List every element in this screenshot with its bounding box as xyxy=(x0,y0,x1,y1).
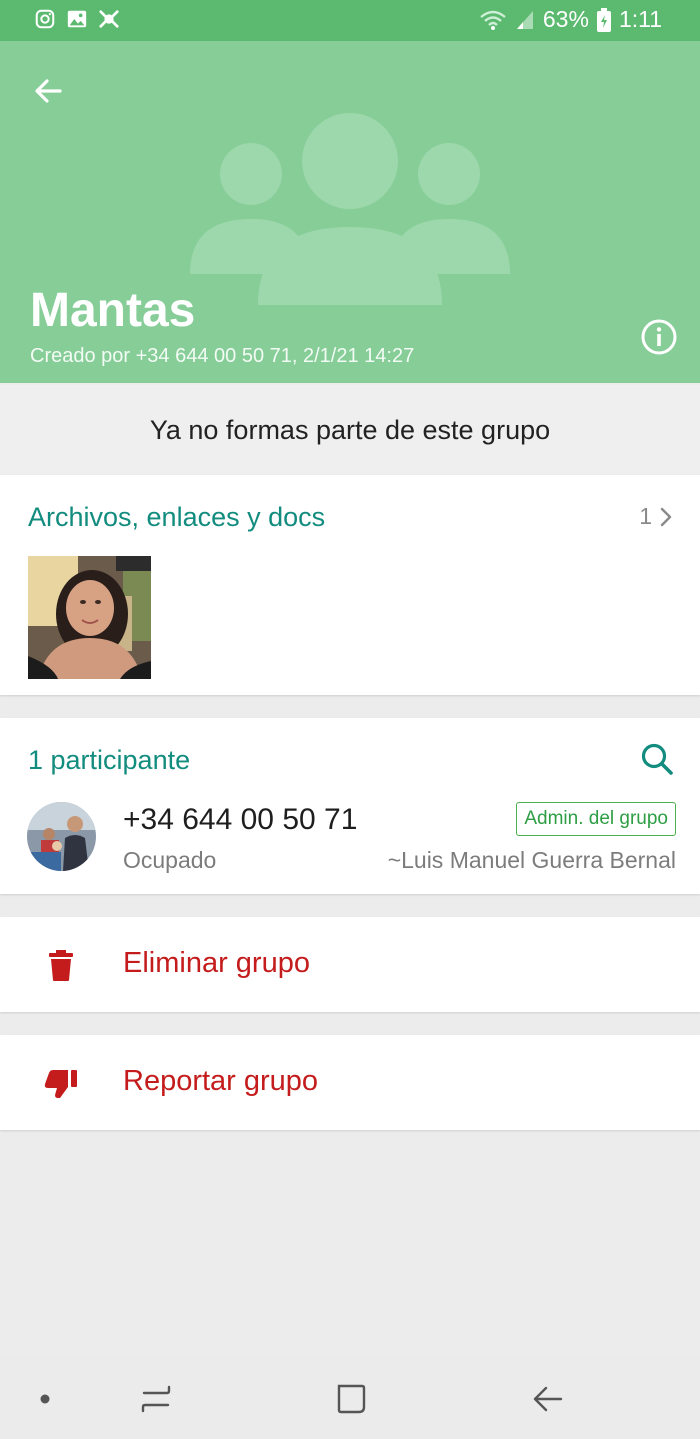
photo-thumbnail-image xyxy=(28,556,151,679)
instagram-icon xyxy=(35,9,55,29)
chevron-right-icon xyxy=(660,507,672,526)
home-icon[interactable] xyxy=(331,1379,371,1419)
signal-icon xyxy=(516,10,533,29)
search-icon[interactable] xyxy=(638,740,676,778)
gallery-icon xyxy=(67,10,87,28)
dot-icon[interactable] xyxy=(25,1379,65,1419)
media-count: 1 xyxy=(639,503,652,529)
media-thumbnail[interactable] xyxy=(28,556,151,679)
group-title: Mantas xyxy=(30,284,196,337)
media-count-link[interactable]: 1 xyxy=(639,503,672,530)
participant-name: ~Luis Manuel Guerra Bernal xyxy=(387,847,676,873)
app-icon xyxy=(99,10,119,28)
participant-status: Ocupado xyxy=(123,847,217,873)
battery-percentage: 63% xyxy=(542,6,589,32)
status-bar: 63% 1:11 xyxy=(0,0,700,41)
back-nav-icon[interactable] xyxy=(528,1379,568,1419)
delete-group-label: Eliminar grupo xyxy=(123,947,310,979)
back-button[interactable] xyxy=(28,71,68,111)
report-group-button[interactable]: Reportar grupo xyxy=(0,1035,700,1130)
trash-icon xyxy=(49,950,73,981)
clock: 1:11 xyxy=(618,6,662,32)
arrow-left-icon xyxy=(35,79,62,103)
media-section-title[interactable]: Archivos, enlaces y docs xyxy=(28,502,325,533)
participants-section: 1 participante +34 644 00 50 71 Ocupado … xyxy=(0,718,700,894)
participant-phone[interactable]: +34 644 00 50 71 xyxy=(123,803,357,837)
group-creation-info: Creado por +34 644 00 50 71, 2/1/21 14:2… xyxy=(30,345,415,367)
system-navigation-bar xyxy=(0,1357,700,1439)
delete-group-button[interactable]: Eliminar grupo xyxy=(0,917,700,1012)
status-system-indicators: 63% 1:11 xyxy=(479,6,662,33)
avatar-image xyxy=(27,802,96,871)
group-header: Mantas Creado por +34 644 00 50 71, 2/1/… xyxy=(0,41,700,383)
left-group-notice: Ya no formas parte de este grupo xyxy=(0,385,700,475)
group-avatar-placeholder-icon xyxy=(190,113,510,305)
wifi-icon xyxy=(480,10,506,30)
report-group-label: Reportar grupo xyxy=(123,1065,319,1097)
recent-apps-icon[interactable] xyxy=(136,1379,176,1419)
participants-count-title: 1 participante xyxy=(28,745,191,775)
media-section: Archivos, enlaces y docs 1 xyxy=(0,475,700,695)
admin-badge: Admin. del grupo xyxy=(516,802,676,836)
info-icon[interactable] xyxy=(640,318,678,356)
status-notification-icons xyxy=(34,8,120,30)
battery-icon xyxy=(596,7,611,32)
thumbs-down-icon xyxy=(44,1070,77,1098)
participant-avatar[interactable] xyxy=(27,802,96,871)
